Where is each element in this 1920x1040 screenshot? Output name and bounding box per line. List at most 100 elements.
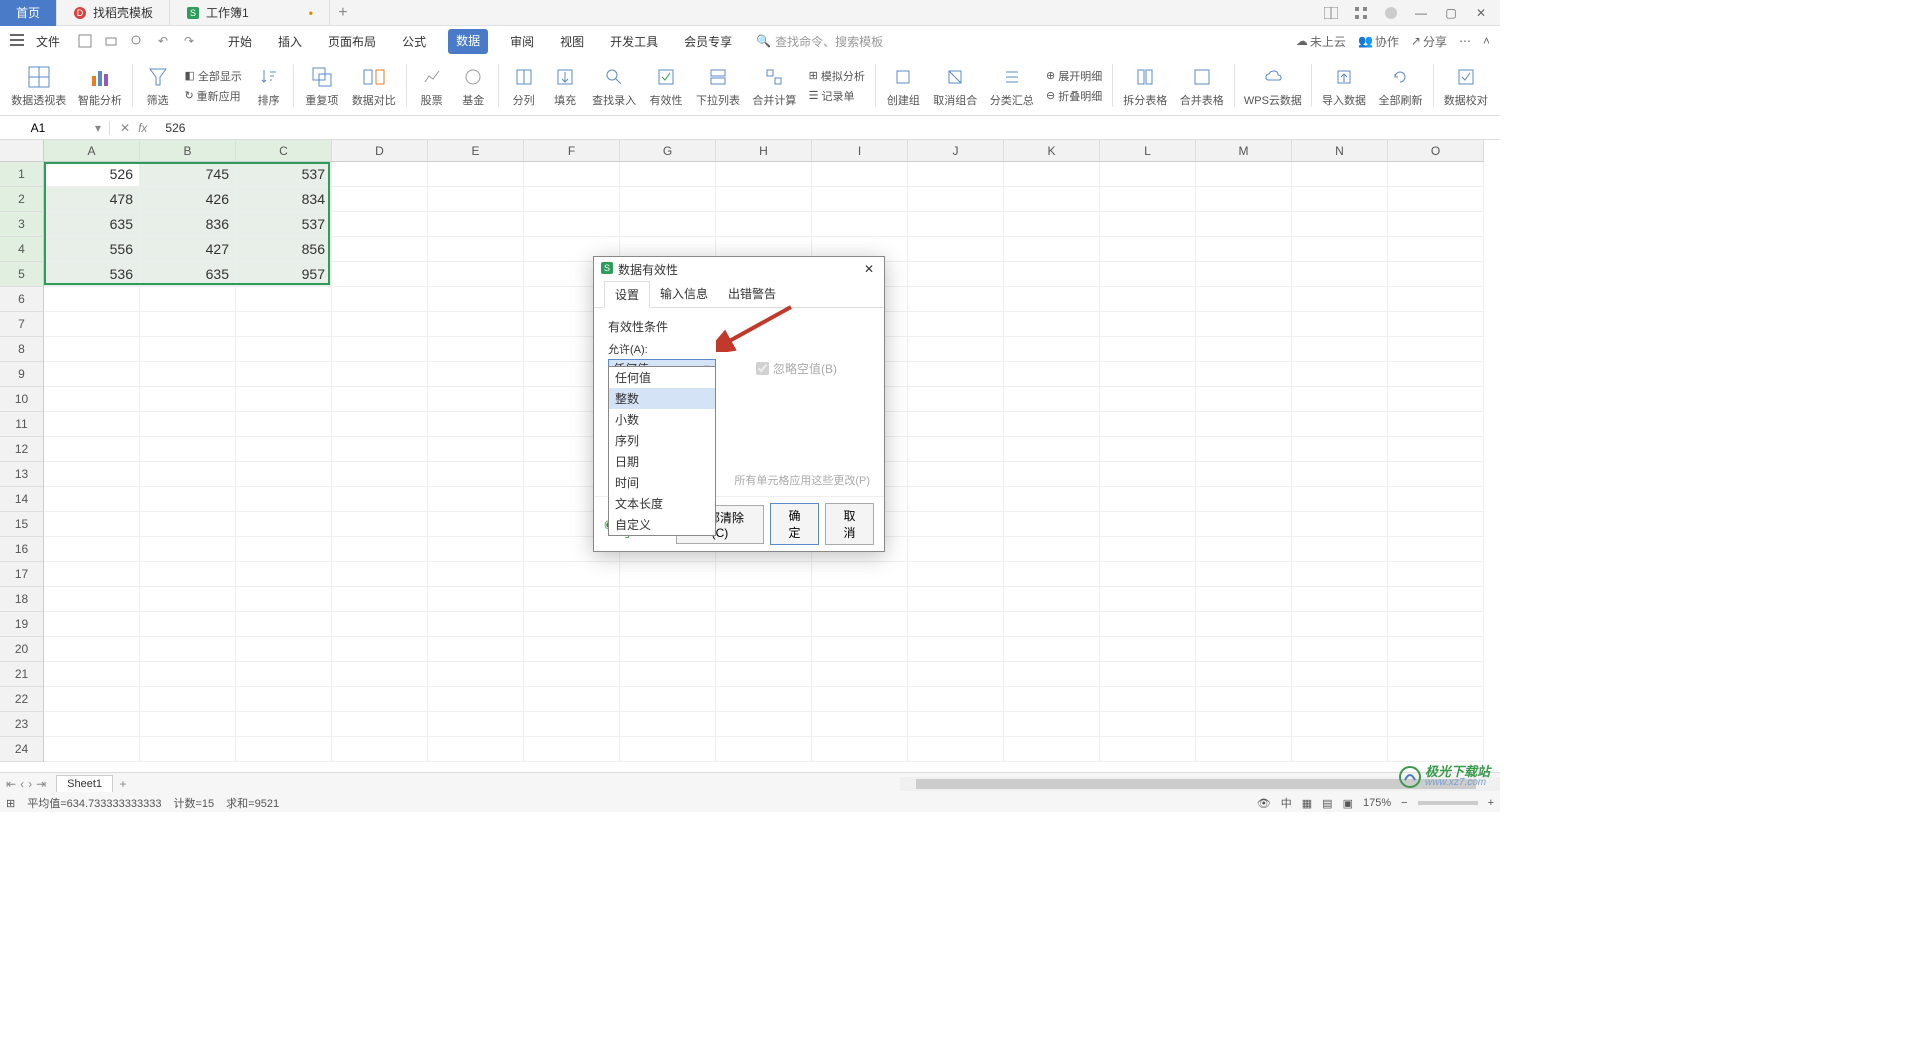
cell-N5[interactable]	[1292, 262, 1388, 287]
cell-G3[interactable]	[620, 212, 716, 237]
cell-E6[interactable]	[428, 287, 524, 312]
fx-icon[interactable]: fx	[138, 121, 147, 135]
cell-L10[interactable]	[1100, 387, 1196, 412]
cell-B2[interactable]: 426	[140, 187, 236, 212]
sheet-tab-1[interactable]: Sheet1	[56, 775, 113, 792]
cell-K17[interactable]	[1004, 562, 1100, 587]
cell-D15[interactable]	[332, 512, 428, 537]
cell-H1[interactable]	[716, 162, 812, 187]
cell-E4[interactable]	[428, 237, 524, 262]
wps-cloud-button[interactable]: WPS云数据	[1239, 58, 1307, 113]
cell-M3[interactable]	[1196, 212, 1292, 237]
dropdown-button[interactable]: 下拉列表	[690, 58, 746, 113]
cell-K13[interactable]	[1004, 462, 1100, 487]
cell-G2[interactable]	[620, 187, 716, 212]
sheet-first-icon[interactable]: ⇤	[6, 777, 16, 791]
collapse-button[interactable]: ⊖折叠明细	[1046, 88, 1102, 104]
cell-E14[interactable]	[428, 487, 524, 512]
cell-O18[interactable]	[1388, 587, 1484, 612]
cell-K22[interactable]	[1004, 687, 1100, 712]
cell-F20[interactable]	[524, 637, 620, 662]
cell-J2[interactable]	[908, 187, 1004, 212]
cell-E20[interactable]	[428, 637, 524, 662]
cell-D14[interactable]	[332, 487, 428, 512]
cell-O8[interactable]	[1388, 337, 1484, 362]
cell-E8[interactable]	[428, 337, 524, 362]
cell-J19[interactable]	[908, 612, 1004, 637]
row-header-23[interactable]: 23	[0, 712, 44, 737]
cell-D20[interactable]	[332, 637, 428, 662]
preview-icon[interactable]	[128, 32, 146, 50]
apps-icon[interactable]	[1350, 2, 1372, 24]
col-header-A[interactable]: A	[44, 140, 140, 162]
cell-L19[interactable]	[1100, 612, 1196, 637]
cell-I22[interactable]	[812, 687, 908, 712]
proof-button[interactable]: 数据校对	[1438, 58, 1494, 113]
cell-G19[interactable]	[620, 612, 716, 637]
undo-icon[interactable]: ↶	[154, 32, 172, 50]
cell-A22[interactable]	[44, 687, 140, 712]
cell-D8[interactable]	[332, 337, 428, 362]
close-icon[interactable]: ✕	[1470, 2, 1492, 24]
cell-J7[interactable]	[908, 312, 1004, 337]
tab-template[interactable]: D 找稻壳模板	[57, 0, 170, 26]
ungroup-button[interactable]: 取消组合	[927, 58, 983, 113]
cell-A17[interactable]	[44, 562, 140, 587]
cell-O3[interactable]	[1388, 212, 1484, 237]
cell-M22[interactable]	[1196, 687, 1292, 712]
cell-E10[interactable]	[428, 387, 524, 412]
dialog-tab-input-msg[interactable]: 输入信息	[650, 281, 718, 307]
cell-J20[interactable]	[908, 637, 1004, 662]
row-header-9[interactable]: 9	[0, 362, 44, 387]
cell-F21[interactable]	[524, 662, 620, 687]
cell-E15[interactable]	[428, 512, 524, 537]
cell-N18[interactable]	[1292, 587, 1388, 612]
cell-G22[interactable]	[620, 687, 716, 712]
cell-O10[interactable]	[1388, 387, 1484, 412]
cell-G24[interactable]	[620, 737, 716, 762]
cell-N13[interactable]	[1292, 462, 1388, 487]
cell-E18[interactable]	[428, 587, 524, 612]
cell-A19[interactable]	[44, 612, 140, 637]
cell-D6[interactable]	[332, 287, 428, 312]
cell-E22[interactable]	[428, 687, 524, 712]
cell-E11[interactable]	[428, 412, 524, 437]
cell-C23[interactable]	[236, 712, 332, 737]
print-icon[interactable]	[102, 32, 120, 50]
cell-L8[interactable]	[1100, 337, 1196, 362]
subtotal-button[interactable]: 分类汇总	[984, 58, 1040, 113]
cell-O1[interactable]	[1388, 162, 1484, 187]
cell-A8[interactable]	[44, 337, 140, 362]
option-custom[interactable]: 自定义	[609, 514, 715, 535]
cell-D24[interactable]	[332, 737, 428, 762]
cell-M23[interactable]	[1196, 712, 1292, 737]
cell-E13[interactable]	[428, 462, 524, 487]
cell-M24[interactable]	[1196, 737, 1292, 762]
cell-K7[interactable]	[1004, 312, 1100, 337]
col-header-C[interactable]: C	[236, 140, 332, 162]
cell-N4[interactable]	[1292, 237, 1388, 262]
cell-J22[interactable]	[908, 687, 1004, 712]
cell-M6[interactable]	[1196, 287, 1292, 312]
zoom-value[interactable]: 175%	[1363, 797, 1391, 809]
row-header-7[interactable]: 7	[0, 312, 44, 337]
cell-K23[interactable]	[1004, 712, 1100, 737]
option-date[interactable]: 日期	[609, 451, 715, 472]
fund-button[interactable]: 基金	[452, 58, 494, 113]
cell-N24[interactable]	[1292, 737, 1388, 762]
col-header-B[interactable]: B	[140, 140, 236, 162]
cell-J11[interactable]	[908, 412, 1004, 437]
cell-J4[interactable]	[908, 237, 1004, 262]
layout-icon[interactable]	[1320, 2, 1342, 24]
cell-B14[interactable]	[140, 487, 236, 512]
cell-A9[interactable]	[44, 362, 140, 387]
cell-L9[interactable]	[1100, 362, 1196, 387]
cell-M11[interactable]	[1196, 412, 1292, 437]
cell-I1[interactable]	[812, 162, 908, 187]
cell-C9[interactable]	[236, 362, 332, 387]
cell-D4[interactable]	[332, 237, 428, 262]
dialog-tab-error-alert[interactable]: 出错警告	[718, 281, 786, 307]
chevron-down-icon[interactable]: ▾	[95, 121, 101, 135]
row-header-5[interactable]: 5	[0, 262, 44, 287]
status-icon[interactable]: ⊞	[6, 797, 15, 810]
